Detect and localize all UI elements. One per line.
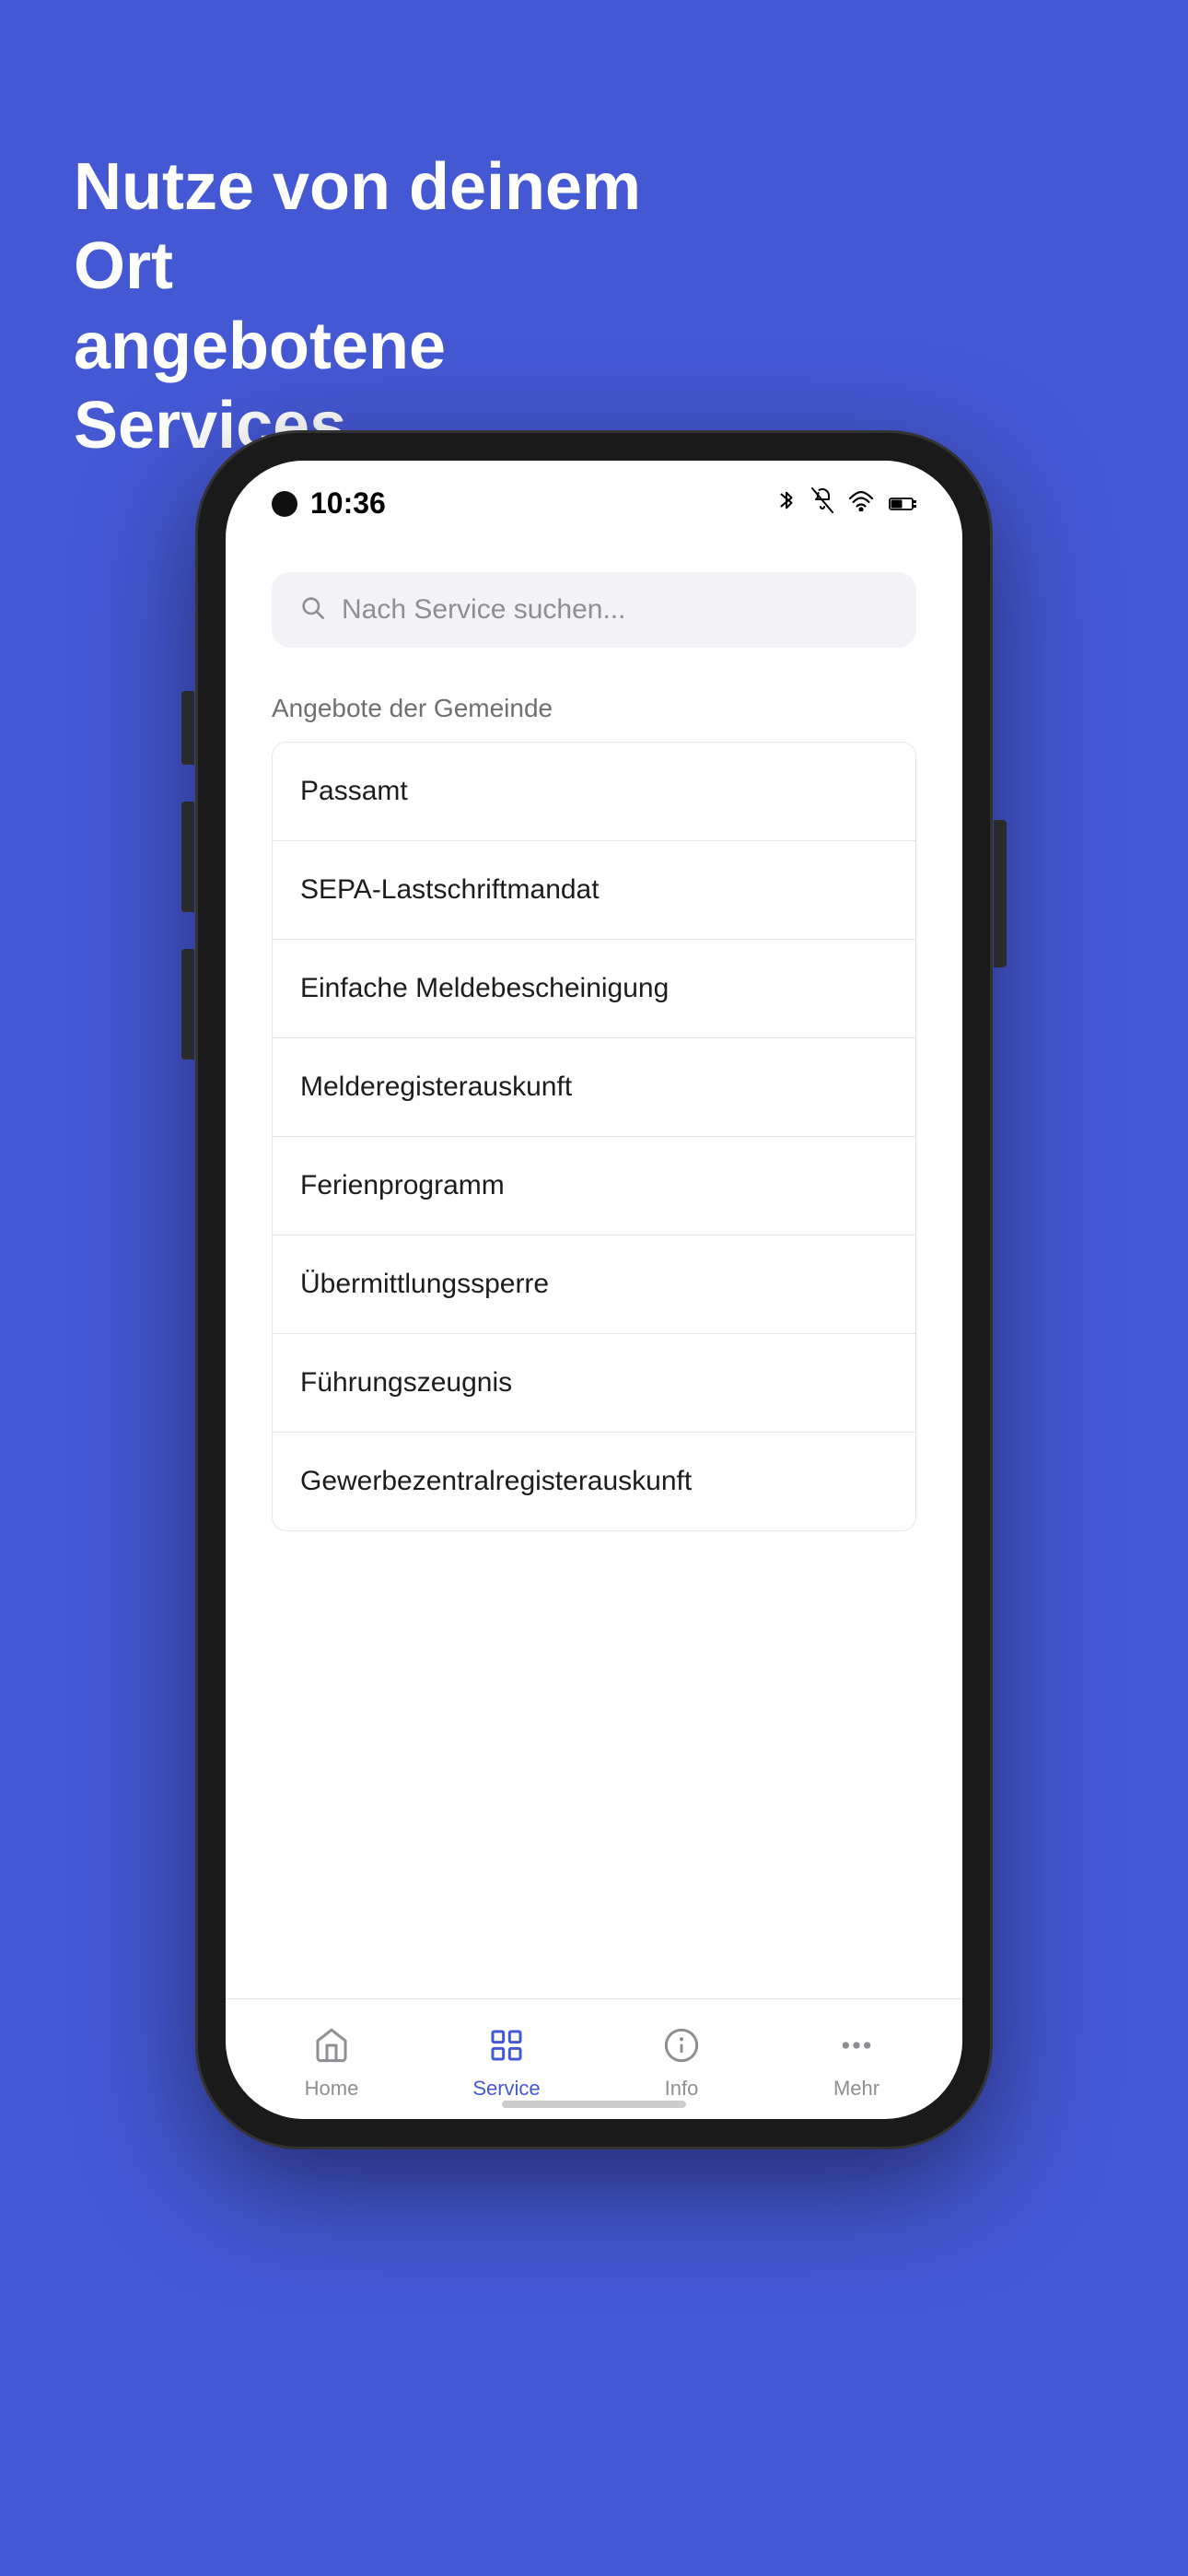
service-item-sepa[interactable]: SEPA-Lastschriftmandat — [273, 841, 915, 940]
search-icon — [299, 594, 325, 626]
service-item-gewerbezentral[interactable]: Gewerbezentralregisterauskunft — [273, 1433, 915, 1530]
phone-screen: 10:36 — [226, 461, 962, 2119]
nav-item-info[interactable]: Info — [594, 2018, 769, 2110]
nav-item-mehr[interactable]: Mehr — [769, 2018, 944, 2110]
service-icon — [488, 2027, 525, 2069]
service-item-melderegister[interactable]: Melderegisterauskunft — [273, 1038, 915, 1137]
phone-button-vol-down — [181, 949, 194, 1060]
status-icons — [776, 487, 916, 520]
service-item-meldebescheinigung[interactable]: Einfache Meldebescheinigung — [273, 940, 915, 1038]
nav-label-mehr: Mehr — [833, 2077, 879, 2101]
bluetooth-icon — [776, 487, 797, 520]
status-bar: 10:36 — [226, 461, 962, 535]
wifi-icon — [848, 489, 874, 518]
app-content: Nach Service suchen... Angebote der Geme… — [226, 535, 962, 1531]
phone-button-vol-up — [181, 802, 194, 912]
nav-label-service: Service — [472, 2077, 540, 2101]
info-icon — [663, 2027, 700, 2069]
home-icon — [313, 2027, 350, 2069]
battery-icon — [889, 489, 916, 518]
home-indicator — [502, 2101, 686, 2108]
phone-button-mute — [181, 691, 194, 765]
page-background: Nutze von deinem Ort angebotene Services… — [0, 0, 1188, 2576]
nav-item-home[interactable]: Home — [244, 2018, 419, 2110]
search-bar[interactable]: Nach Service suchen... — [272, 572, 916, 648]
nav-label-info: Info — [665, 2077, 699, 2101]
section-label: Angebote der Gemeinde — [272, 694, 916, 723]
phone-mockup: 10:36 — [198, 433, 990, 2147]
nav-item-service[interactable]: Service — [419, 2018, 594, 2110]
mehr-icon — [838, 2027, 875, 2069]
service-item-uebermittlungssperre[interactable]: Übermittlungssperre — [273, 1235, 915, 1334]
headline-line1: Nutze von deinem Ort — [74, 150, 641, 303]
page-headline: Nutze von deinem Ort angebotene Services — [74, 147, 718, 466]
phone-shell: 10:36 — [198, 433, 990, 2147]
nav-label-home: Home — [305, 2077, 359, 2101]
phone-button-power — [994, 820, 1007, 967]
service-item-passamt[interactable]: Passamt — [273, 743, 915, 841]
service-item-ferienprogramm[interactable]: Ferienprogramm — [273, 1137, 915, 1235]
status-time-wrapper: 10:36 — [272, 486, 386, 521]
service-item-fuehrungszeugnis[interactable]: Führungszeugnis — [273, 1334, 915, 1433]
bell-off-icon — [811, 487, 833, 520]
camera-dot — [272, 491, 297, 517]
service-list: Passamt SEPA-Lastschriftmandat Einfache … — [272, 742, 916, 1531]
search-placeholder: Nach Service suchen... — [342, 594, 625, 626]
status-time: 10:36 — [310, 486, 386, 521]
